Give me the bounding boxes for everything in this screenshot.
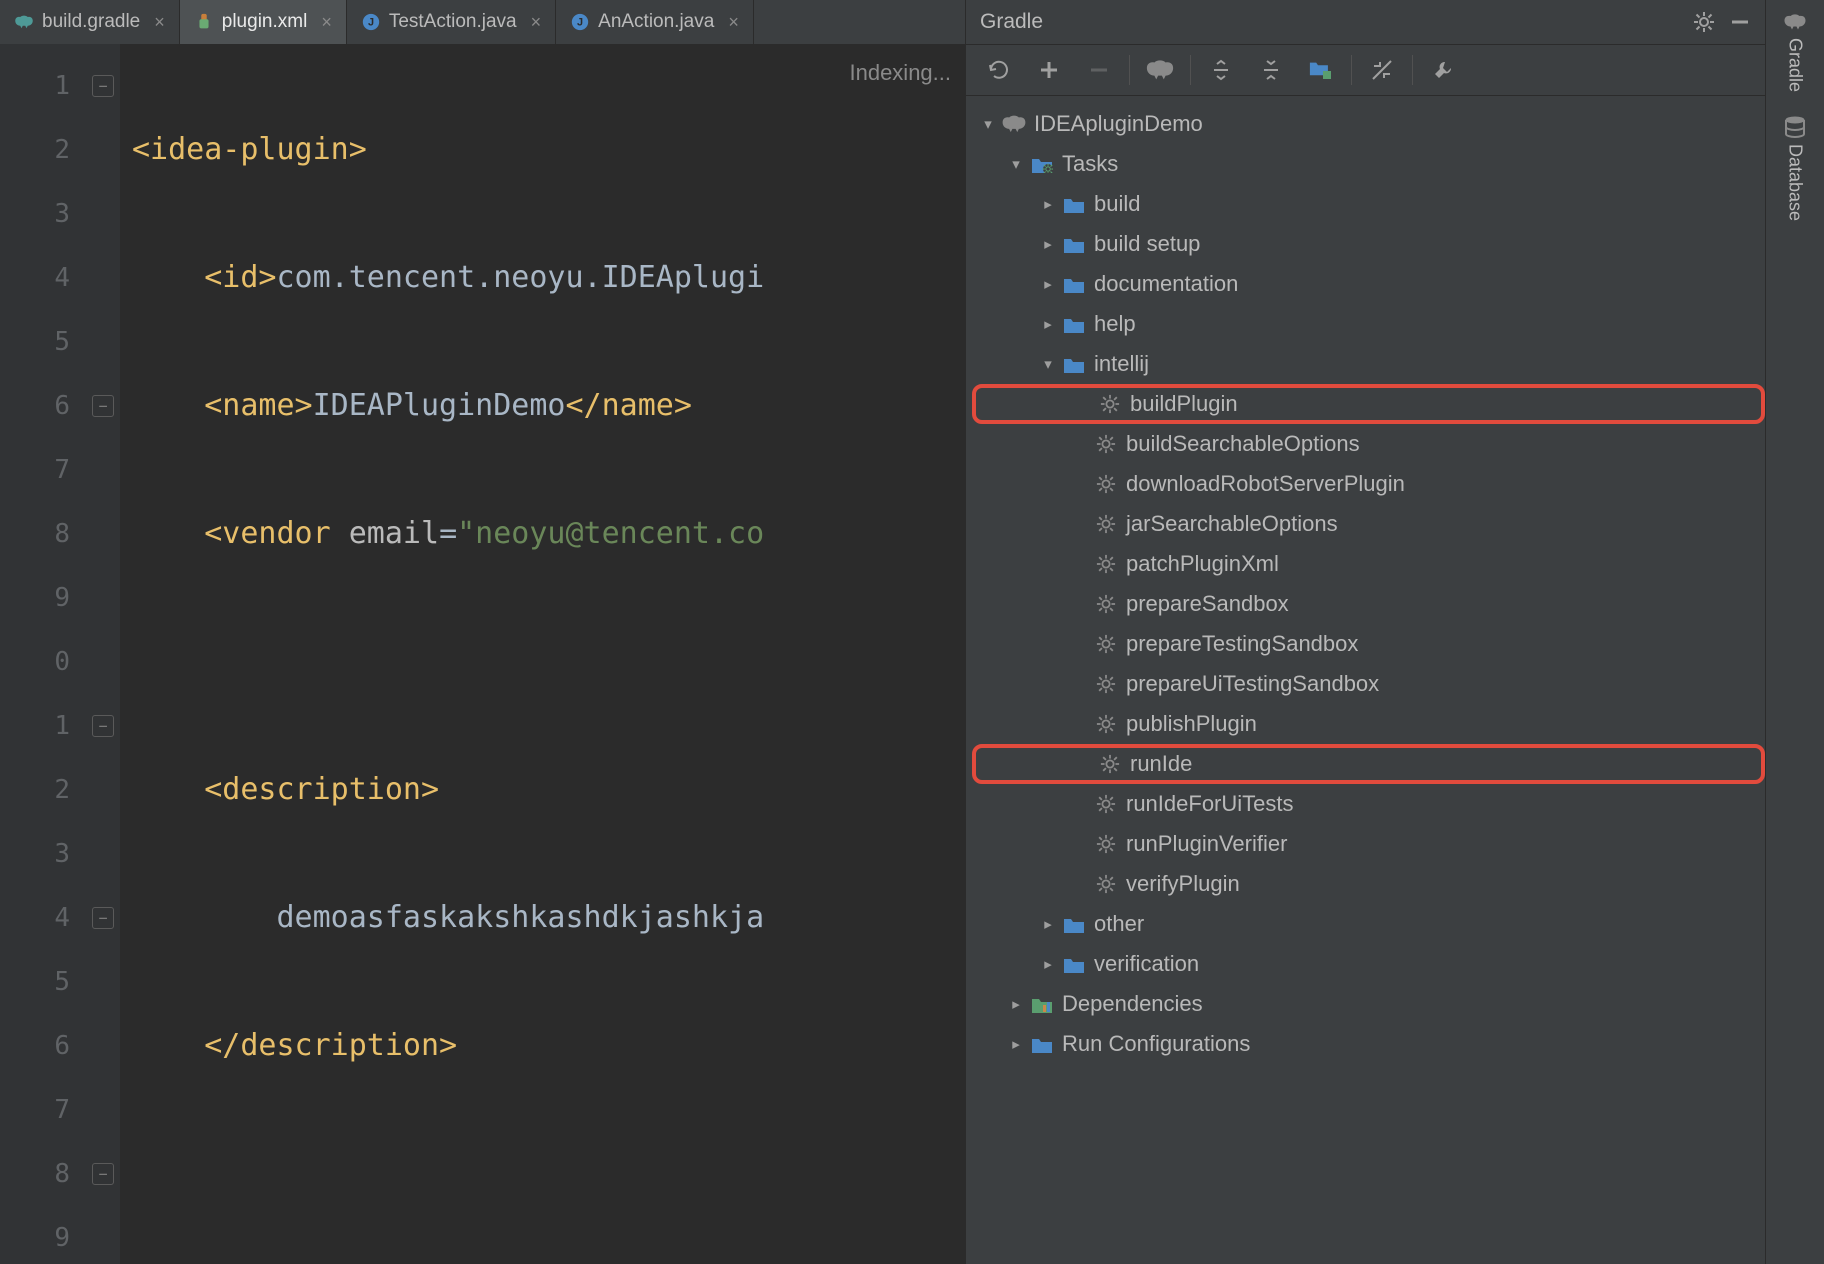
settings-icon[interactable]: [1693, 11, 1715, 33]
tab-label: plugin.xml: [222, 11, 308, 33]
minimize-icon[interactable]: [1729, 11, 1751, 33]
fold-icon[interactable]: −: [92, 75, 114, 97]
fold-icon[interactable]: −: [92, 907, 114, 929]
tree-group-intellij[interactable]: ▾intellij: [972, 344, 1765, 384]
strip-database[interactable]: Database: [1784, 116, 1806, 221]
tree-task-verifyplugin[interactable]: verifyPlugin: [972, 864, 1765, 904]
gradle-panel-header: Gradle: [966, 0, 1765, 44]
tab-test-action[interactable]: J TestAction.java ×: [347, 0, 556, 44]
editor-gutter: 1− 2 3 4 5 6− 7 8 9 0 1− 2 3 4− 5 6 7 8−…: [0, 44, 120, 1264]
java-file-icon: J: [361, 12, 381, 32]
tab-plugin-xml[interactable]: plugin.xml ×: [180, 0, 347, 44]
collapse-all-button[interactable]: [1248, 50, 1294, 90]
strip-gradle[interactable]: Gradle: [1783, 12, 1807, 92]
fold-icon[interactable]: −: [92, 715, 114, 737]
svg-text:J: J: [577, 17, 583, 29]
tree-task-runideforuitests[interactable]: runIdeForUiTests: [972, 784, 1765, 824]
tree-dependencies[interactable]: ▸Dependencies: [972, 984, 1765, 1024]
editor-body: Indexing... 1− 2 3 4 5 6− 7 8 9 0 1− 2 3…: [0, 44, 965, 1264]
gradle-toolbar: [966, 44, 1765, 96]
tree-run-configs[interactable]: ▸Run Configurations: [972, 1024, 1765, 1064]
tree-group-documentation[interactable]: ▸documentation: [972, 264, 1765, 304]
add-button[interactable]: [1026, 50, 1072, 90]
elephant-icon: [1783, 12, 1807, 32]
tree-group-verification[interactable]: ▸verification: [972, 944, 1765, 984]
strip-label: Database: [1785, 144, 1806, 221]
fold-icon[interactable]: −: [92, 395, 114, 417]
database-icon: [1784, 116, 1806, 138]
tab-build-gradle[interactable]: build.gradle ×: [0, 0, 180, 44]
tree-task-runide[interactable]: runIde: [972, 744, 1765, 784]
java-file-icon: J: [570, 12, 590, 32]
tree-task-downloadrobotserverplugin[interactable]: downloadRobotServerPlugin: [972, 464, 1765, 504]
tree-task-jarsearchableoptions[interactable]: jarSearchableOptions: [972, 504, 1765, 544]
close-icon[interactable]: ×: [728, 12, 739, 33]
tree-task-buildplugin[interactable]: buildPlugin: [972, 384, 1765, 424]
tree-project-root[interactable]: ▾IDEApluginDemo: [972, 104, 1765, 144]
gradle-panel: Gradle ▾IDEApluginDemo ▾Tasks ▸build ▸bu…: [965, 0, 1765, 1264]
tree-group-build[interactable]: ▸build: [972, 184, 1765, 224]
close-icon[interactable]: ×: [321, 12, 332, 33]
tree-group-other[interactable]: ▸other: [972, 904, 1765, 944]
tree-task-preparesandbox[interactable]: prepareSandbox: [972, 584, 1765, 624]
gradle-tree[interactable]: ▾IDEApluginDemo ▾Tasks ▸build ▸build set…: [966, 96, 1765, 1264]
tree-group-help[interactable]: ▸help: [972, 304, 1765, 344]
tree-task-buildsearchableoptions[interactable]: buildSearchableOptions: [972, 424, 1765, 464]
fold-icon[interactable]: −: [92, 1163, 114, 1185]
expand-all-button[interactable]: [1198, 50, 1244, 90]
tree-task-runpluginverifier[interactable]: runPluginVerifier: [972, 824, 1765, 864]
build-tool-settings-button[interactable]: [1420, 50, 1466, 90]
tab-label: TestAction.java: [389, 11, 517, 33]
run-gradle-task-button[interactable]: [1137, 50, 1183, 90]
gradle-panel-title: Gradle: [980, 10, 1043, 34]
strip-label: Gradle: [1785, 38, 1806, 92]
tab-label: AnAction.java: [598, 11, 714, 33]
refresh-button[interactable]: [976, 50, 1022, 90]
indexing-status: Indexing...: [849, 60, 951, 86]
tree-task-prepareuitestingsandbox[interactable]: prepareUiTestingSandbox: [972, 664, 1765, 704]
toggle-offline-button[interactable]: [1359, 50, 1405, 90]
tree-tasks[interactable]: ▾Tasks: [972, 144, 1765, 184]
tree-task-publishplugin[interactable]: publishPlugin: [972, 704, 1765, 744]
tab-label: build.gradle: [42, 11, 140, 33]
tree-task-patchpluginxml[interactable]: patchPluginXml: [972, 544, 1765, 584]
gradle-file-icon: [14, 12, 34, 32]
project-structure-button[interactable]: [1298, 50, 1344, 90]
editor-tab-bar: build.gradle × plugin.xml × J TestAction…: [0, 0, 965, 44]
remove-button: [1076, 50, 1122, 90]
right-tool-strip: Gradle Database: [1765, 0, 1824, 1264]
tab-an-action[interactable]: J AnAction.java ×: [556, 0, 754, 44]
code-editor[interactable]: <idea-plugin> <id>com.tencent.neoyu.IDEA…: [120, 44, 965, 1264]
close-icon[interactable]: ×: [531, 12, 542, 33]
plugin-file-icon: [194, 12, 214, 32]
close-icon[interactable]: ×: [154, 12, 165, 33]
tree-group-build-setup[interactable]: ▸build setup: [972, 224, 1765, 264]
svg-text:J: J: [368, 17, 374, 29]
tree-task-preparetestingsandbox[interactable]: prepareTestingSandbox: [972, 624, 1765, 664]
editor-area: build.gradle × plugin.xml × J TestAction…: [0, 0, 965, 1264]
